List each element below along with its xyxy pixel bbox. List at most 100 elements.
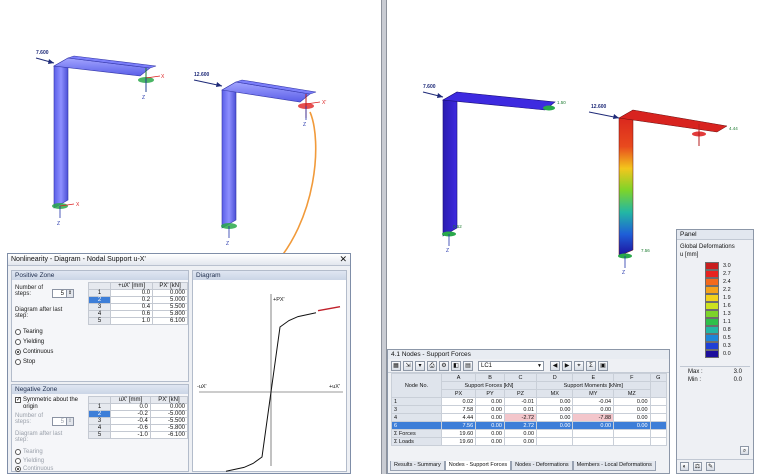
- value-cell[interactable]: 0.00: [572, 405, 615, 414]
- value-cell[interactable]: 4.44: [440, 413, 477, 422]
- table-icon[interactable]: ▦: [391, 360, 401, 371]
- support-forces-table[interactable]: Node No. A B C D E F G Support Forces [k…: [391, 373, 668, 446]
- value-cell[interactable]: [536, 437, 574, 446]
- value-cell[interactable]: [613, 429, 651, 438]
- negative-table[interactable]: uX' [mm] PX' [kN] 1 0.0 0.000 2 -0.2 -5.000 3…: [88, 396, 189, 439]
- value-cell[interactable]: 0.00: [475, 421, 505, 430]
- table-row[interactable]: 4 -0.6 -5.800: [88, 424, 189, 432]
- view-icon[interactable]: ▣: [598, 360, 608, 371]
- value-cell[interactable]: 0.00: [536, 421, 574, 430]
- print-icon[interactable]: ⎙: [427, 360, 437, 371]
- cell-u[interactable]: 0.6: [109, 310, 154, 318]
- value-cell[interactable]: 0.00: [475, 429, 505, 438]
- prev-icon[interactable]: ◀: [550, 360, 560, 371]
- value-cell[interactable]: 0.00: [503, 437, 538, 446]
- dialog-title-bar[interactable]: Nonlinearity - Diagram - Nodal Support u…: [8, 254, 350, 266]
- export-icon[interactable]: ⇲: [403, 360, 413, 371]
- table-row[interactable]: 3 7.58 0.00 0.01 0.00 0.00 0.00: [391, 405, 668, 414]
- value-cell[interactable]: 0.01: [503, 405, 538, 414]
- table-row[interactable]: 1 0.0 0.000: [88, 289, 188, 297]
- table-row[interactable]: 5 -1.0 -6.100: [88, 431, 189, 439]
- filter-icon[interactable]: ▾: [415, 360, 425, 371]
- value-cell[interactable]: 0.00: [613, 397, 651, 406]
- cell-u[interactable]: -0.6: [110, 424, 151, 432]
- pin-icon[interactable]: ⌖: [574, 360, 584, 371]
- table-row[interactable]: Σ Forces 19.60 0.00 0.00: [391, 429, 668, 438]
- empty-cell[interactable]: [649, 421, 668, 430]
- cell-p[interactable]: 0.000: [152, 289, 188, 297]
- cell-p[interactable]: -5.000: [149, 410, 189, 418]
- spinner-arrows-icon[interactable]: ⇕: [66, 290, 73, 297]
- cell-u[interactable]: 0.4: [109, 303, 154, 311]
- load-case-select[interactable]: LC1: [478, 360, 544, 371]
- empty-cell[interactable]: [649, 405, 668, 414]
- frame-1[interactable]: 7.600 X Z X Z: [35, 50, 165, 227]
- empty-cell[interactable]: [649, 429, 668, 438]
- pos-option-continuous[interactable]: Continuous: [15, 348, 53, 356]
- cell-p[interactable]: 5.800: [152, 310, 188, 318]
- value-cell[interactable]: 7.58: [440, 405, 477, 414]
- value-cell[interactable]: 2.72: [503, 421, 538, 430]
- table-row[interactable]: 6 7.56 0.00 2.72 0.00 0.00 0.00: [391, 421, 668, 430]
- table-row[interactable]: 1 0.02 0.00 -0.01 0.00 -0.04 0.00: [391, 397, 668, 406]
- table-row[interactable]: 1 0.0 0.000: [88, 403, 189, 411]
- value-cell[interactable]: 0.00: [536, 413, 574, 422]
- neg-steps-spinner[interactable]: 5 ⇕: [52, 417, 74, 426]
- cell-p[interactable]: 5.000: [152, 296, 188, 304]
- positive-table[interactable]: +uX' [mm] PX' [kN] 1 0.0 0.000 2 0.2 5.000 30…: [88, 282, 188, 325]
- cell-u[interactable]: 1.0: [109, 317, 154, 325]
- tab-local-deformations[interactable]: Members - Local Deformations: [572, 461, 656, 471]
- pos-option-stop[interactable]: Stop: [15, 358, 35, 366]
- value-cell[interactable]: 19.60: [440, 429, 477, 438]
- value-cell[interactable]: 0.00: [503, 429, 538, 438]
- color-icon[interactable]: ◧: [451, 360, 461, 371]
- scale-icon[interactable]: ⚖: [693, 462, 702, 471]
- empty-cell[interactable]: [649, 413, 668, 422]
- pos-option-tearing[interactable]: Tearing: [15, 328, 43, 336]
- pos-steps-spinner[interactable]: 5 ⇕: [52, 289, 74, 298]
- neg-option-continuous[interactable]: Continuous: [15, 465, 53, 473]
- value-cell[interactable]: 0.02: [440, 397, 477, 406]
- cell-u[interactable]: 0.0: [110, 403, 151, 411]
- value-cell[interactable]: 0.00: [613, 413, 651, 422]
- spinner-arrows-icon[interactable]: ⇕: [66, 418, 73, 425]
- grid-icon[interactable]: ▤: [463, 360, 473, 371]
- cell-p[interactable]: -5.500: [149, 417, 189, 425]
- next-icon[interactable]: ▶: [562, 360, 572, 371]
- cell-u[interactable]: -0.4: [110, 417, 151, 425]
- cell-p[interactable]: 0.000: [149, 403, 189, 411]
- edit-icon[interactable]: ✎: [706, 462, 715, 471]
- value-cell[interactable]: 0.00: [572, 421, 615, 430]
- value-cell[interactable]: 0.00: [536, 405, 574, 414]
- value-cell[interactable]: 0.00: [475, 397, 505, 406]
- value-cell[interactable]: 0.00: [475, 413, 505, 422]
- value-cell[interactable]: 7.56: [440, 421, 477, 430]
- value-cell[interactable]: -0.04: [572, 397, 615, 406]
- cell-p[interactable]: 6.100: [152, 317, 188, 325]
- neg-option-yielding[interactable]: Yielding: [15, 457, 44, 465]
- value-cell[interactable]: [613, 437, 651, 446]
- table-row[interactable]: 4 0.6 5.800: [88, 310, 188, 318]
- empty-cell[interactable]: [649, 397, 668, 406]
- tab-support-forces[interactable]: Nodes - Support Forces: [444, 461, 512, 471]
- table-row[interactable]: 4 4.44 0.00 -2.72 0.00 -7.88 0.00: [391, 413, 668, 422]
- value-cell[interactable]: -2.72: [503, 413, 538, 422]
- cell-u[interactable]: -0.2: [110, 410, 151, 418]
- table-row[interactable]: Σ Loads 19.60 0.00 0.00: [391, 437, 668, 446]
- search-icon[interactable]: ⌕: [740, 446, 749, 455]
- empty-cell[interactable]: [649, 437, 668, 446]
- value-cell[interactable]: -7.88: [572, 413, 615, 422]
- settings-icon[interactable]: ⚙: [439, 360, 449, 371]
- close-icon[interactable]: ✕: [339, 254, 347, 265]
- table-row[interactable]: 3 0.4 5.500: [88, 303, 188, 311]
- cell-p[interactable]: 5.500: [152, 303, 188, 311]
- cell-u[interactable]: 0.2: [109, 296, 154, 304]
- table-row[interactable]: 3 -0.4 -5.500: [88, 417, 189, 425]
- pos-option-yielding[interactable]: Yielding: [15, 338, 44, 346]
- frame-2[interactable]: 12.600 X' Z Z: [193, 72, 326, 247]
- cell-u[interactable]: 0.0: [109, 289, 154, 297]
- palette-icon[interactable]: ◐: [680, 462, 689, 471]
- table-row[interactable]: 5 1.0 6.100: [88, 317, 188, 325]
- table-row[interactable]: 2 -0.2 -5.000: [88, 410, 189, 418]
- tab-deformations[interactable]: Nodes - Deformations: [511, 461, 573, 471]
